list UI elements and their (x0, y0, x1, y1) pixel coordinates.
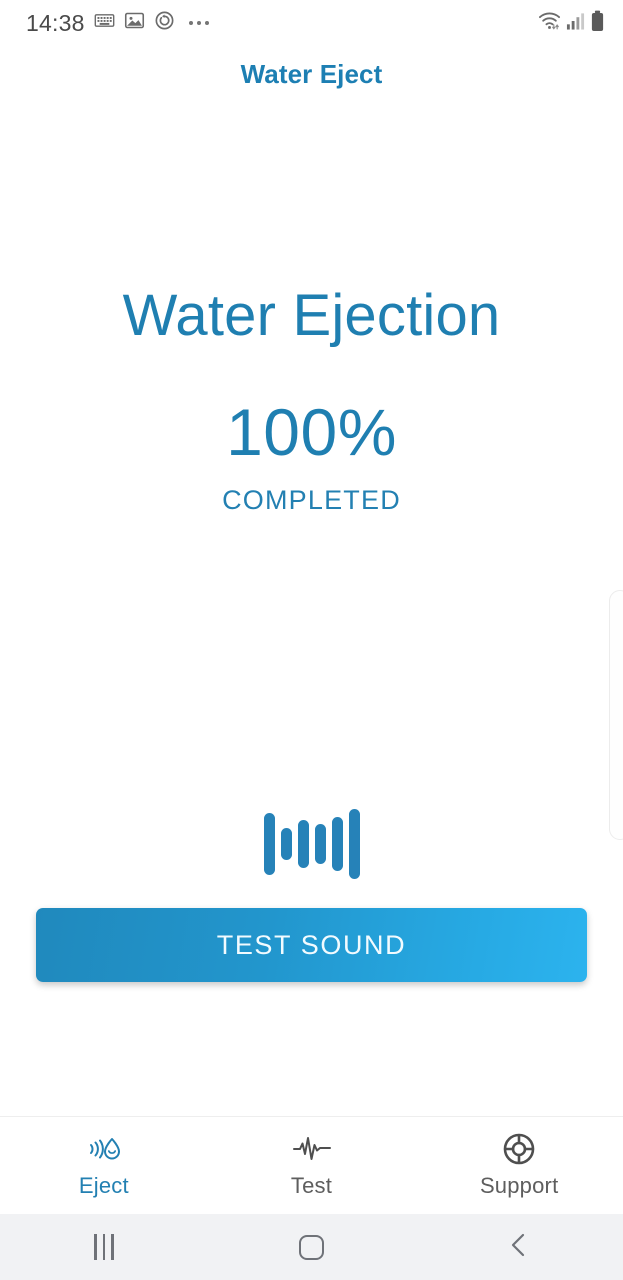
recents-icon (94, 1234, 114, 1260)
page-headline: Water Ejection (122, 283, 501, 348)
status-bar-right (538, 10, 605, 37)
app-title: Water Eject (240, 58, 383, 89)
status-bar: 14:38 (0, 0, 623, 46)
status-bar-left: 14:38 (26, 10, 209, 36)
tab-support[interactable]: Support (415, 1117, 623, 1214)
tab-test[interactable]: Test (208, 1117, 416, 1214)
battery-icon (590, 10, 605, 37)
tab-label-support: Support (479, 1173, 559, 1198)
status-clock: 14:38 (26, 9, 85, 36)
cellular-signal-icon (566, 11, 585, 36)
image-icon (124, 10, 145, 36)
waveform-bar-5 (331, 817, 343, 871)
home-button[interactable] (208, 1214, 416, 1280)
wifi-icon (538, 10, 561, 36)
bottom-tab-bar: Eject Test Support (0, 1116, 623, 1214)
progress-status-label: COMPLETED (222, 485, 401, 515)
tab-label-test: Test (290, 1173, 333, 1198)
back-chevron-icon (507, 1231, 531, 1264)
sound-waveform-icon (263, 805, 360, 883)
waveform-bar-1 (263, 813, 275, 875)
water-eject-icon (86, 1132, 122, 1166)
keyboard-icon (94, 10, 115, 36)
waveform-bar-4 (314, 824, 326, 864)
lifebuoy-icon (502, 1132, 536, 1166)
test-sound-button[interactable]: TEST SOUND (36, 908, 587, 982)
tab-eject[interactable]: Eject (0, 1117, 208, 1214)
more-ellipsis-icon (188, 21, 209, 25)
main-content: Water Ejection 100% COMPLETED TEST SOUND (0, 102, 623, 1116)
progress-percent: 100% (226, 395, 397, 469)
phone-screen: 14:38 Water Eject Water Ejection 100% CO… (0, 0, 623, 1280)
edge-panel-handle[interactable] (609, 590, 623, 840)
sync-circle-icon (154, 10, 175, 36)
waveform-bar-3 (297, 820, 309, 868)
android-nav-bar (0, 1214, 623, 1280)
pulse-waveform-icon (292, 1132, 332, 1166)
waveform-bar-2 (280, 828, 292, 860)
tab-label-eject: Eject (78, 1173, 129, 1198)
waveform-bar-6 (348, 809, 360, 879)
app-header: Water Eject (0, 46, 623, 102)
home-icon (299, 1234, 324, 1260)
recents-button[interactable] (0, 1214, 208, 1280)
back-button[interactable] (415, 1214, 623, 1280)
